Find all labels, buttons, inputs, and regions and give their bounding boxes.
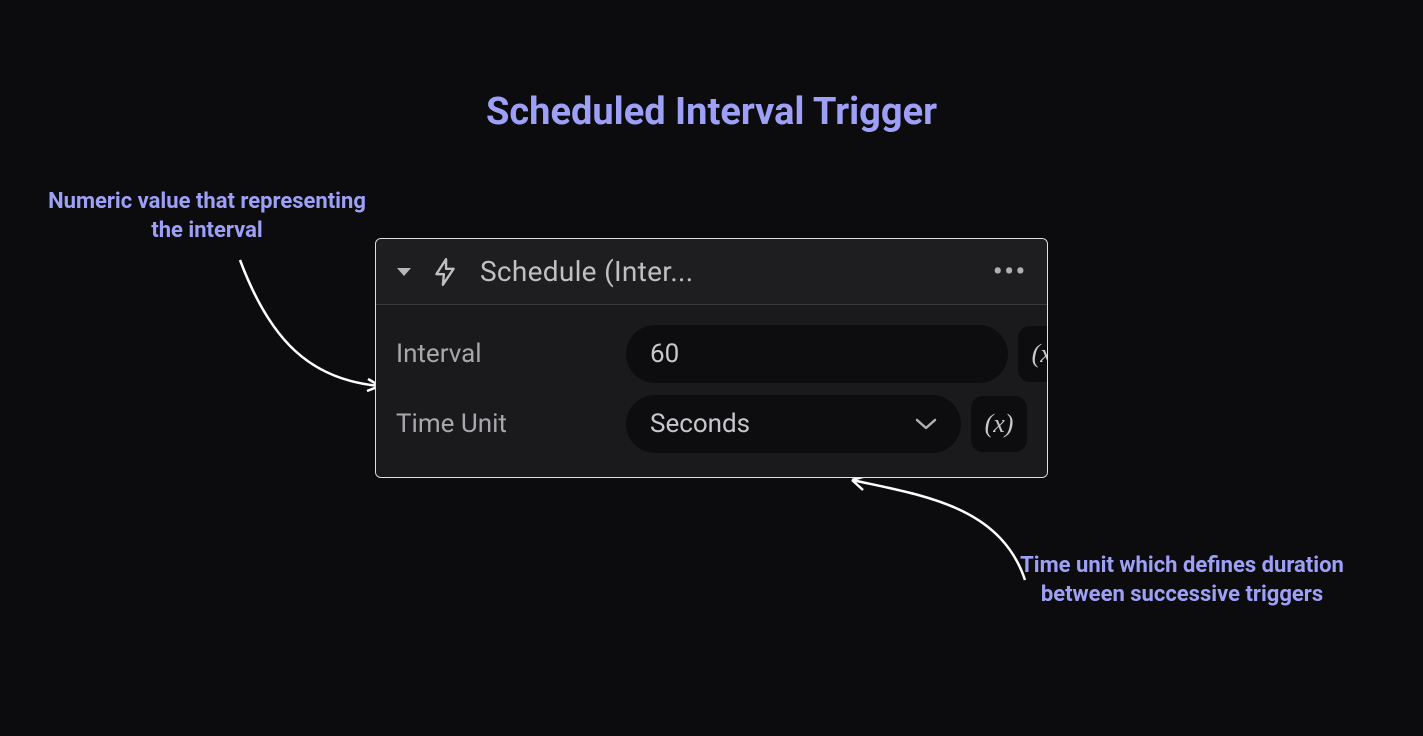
time-unit-value: Seconds [650, 409, 750, 439]
annotation-time-unit: Time unit which defines duration between… [1012, 552, 1352, 609]
interval-input[interactable] [626, 325, 1008, 383]
variable-button-time-unit[interactable]: (x) [971, 396, 1027, 452]
lightning-icon [432, 257, 458, 287]
chevron-down-icon [915, 417, 937, 431]
annotation-interval-value: Numeric value that representing the inte… [48, 188, 366, 245]
panel-title: Schedule (Inter... [480, 255, 993, 288]
panel-header: Schedule (Inter... ••• [376, 239, 1047, 305]
time-unit-row: Time Unit Seconds (x) [396, 395, 1027, 453]
time-unit-label: Time Unit [396, 409, 626, 439]
more-menu-icon[interactable]: ••• [993, 257, 1027, 287]
collapse-caret-icon[interactable] [396, 266, 412, 278]
interval-row: Interval (x) [396, 325, 1027, 383]
panel-body: Interval (x) Time Unit Seconds (x) [376, 305, 1047, 477]
config-panel: Schedule (Inter... ••• Interval (x) Time… [375, 238, 1048, 478]
variable-button-interval[interactable]: (x) [1018, 326, 1048, 382]
interval-label: Interval [396, 339, 626, 369]
time-unit-select[interactable]: Seconds [626, 395, 961, 453]
page-title: Scheduled Interval Trigger [0, 90, 1423, 134]
